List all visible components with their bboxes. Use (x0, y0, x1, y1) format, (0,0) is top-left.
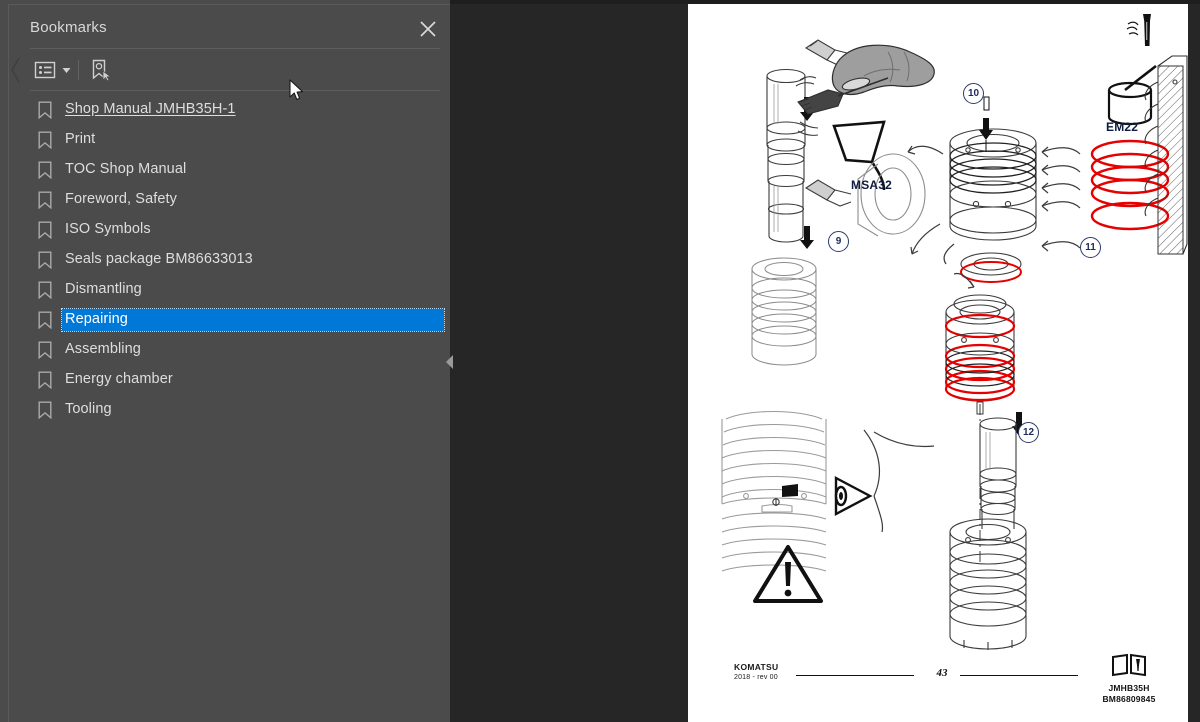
bookmark-item-label: ISO Symbols (65, 221, 151, 237)
bookmark-item-label: Assembling (65, 341, 141, 357)
footer-doc-block: JMHB35H BM86809845 (1074, 653, 1184, 705)
divider-bottom (30, 90, 440, 91)
footer-rule-left (796, 675, 914, 676)
bookmarks-panel-inner: Bookmarks Shop Manual JMHB35H-1 Print TO… (8, 4, 450, 722)
bookmark-item-label: Seals package BM86633013 (65, 251, 253, 267)
chevron-down-icon[interactable] (62, 61, 71, 79)
bookmark-item[interactable]: Print (30, 125, 444, 155)
chevron-left-icon[interactable] (11, 57, 21, 83)
callout-10: 10 (963, 83, 984, 104)
callout-12: 12 (1018, 422, 1039, 443)
bookmark-item[interactable]: Assembling (30, 335, 444, 365)
panel-title: Bookmarks (30, 19, 107, 36)
list-options-icon[interactable] (34, 57, 71, 83)
bookmark-item[interactable]: Foreword, Safety (30, 185, 444, 215)
bookmark-icon (34, 339, 56, 361)
bookmark-icon (34, 309, 56, 331)
bookmark-icon (34, 279, 56, 301)
app-root: Bookmarks Shop Manual JMHB35H-1 Print TO… (0, 0, 1200, 722)
bookmark-icon (34, 369, 56, 391)
bookmark-icon (34, 99, 56, 121)
bookmark-list: Shop Manual JMHB35H-1 Print TOC Shop Manua… (30, 95, 445, 425)
bookmark-item[interactable]: TOC Shop Manual (30, 155, 444, 185)
callout-11: 11 (1080, 237, 1101, 258)
page-number: 43 (936, 667, 948, 679)
bookmark-item-label: Energy chamber (65, 371, 173, 387)
bookmark-item-label: Dismantling (65, 281, 142, 297)
bookmark-item[interactable]: Energy chamber (30, 365, 444, 395)
bookmark-item-label: Tooling (65, 401, 112, 417)
bookmark-item[interactable]: Dismantling (30, 275, 444, 305)
new-bookmark-icon[interactable] (88, 57, 112, 83)
bookmark-icon (34, 129, 56, 151)
bookmark-item-label: Repairing (61, 308, 445, 332)
footer-brand: KOMATSU (734, 662, 779, 672)
technical-illustration: MSA32 EM22 9 10 11 12 (688, 4, 1188, 664)
pdf-page: MSA32 EM22 9 10 11 12 KOMATSU 2018 - rev… (688, 4, 1188, 722)
bookmark-icon (34, 249, 56, 271)
manual-book-icon (1074, 653, 1184, 682)
bookmark-item[interactable]: Tooling (30, 395, 444, 425)
bookmark-item-label: Print (65, 131, 96, 147)
bookmarks-title-row: Bookmarks (18, 10, 451, 46)
bookmark-item-label: TOC Shop Manual (65, 161, 187, 177)
toolbar-separator (78, 60, 79, 80)
footer-brand-block: KOMATSU 2018 - rev 00 (734, 662, 778, 683)
bookmark-icon (34, 189, 56, 211)
callout-9: 9 (828, 231, 849, 252)
bookmark-item-label: Shop Manual JMHB35H-1 (65, 101, 236, 117)
footer-doc-part-number: BM86809845 (1102, 694, 1156, 704)
bookmark-item[interactable]: Repairing (30, 305, 445, 335)
close-icon[interactable] (417, 18, 439, 40)
bookmark-item-label: Foreword, Safety (65, 191, 178, 207)
footer-revision: 2018 - rev 00 (734, 674, 778, 681)
label-em22: EM22 (1106, 120, 1139, 134)
collapse-panel-arrow-icon[interactable] (444, 352, 456, 372)
exploded-view-drawing (721, 39, 1188, 650)
bookmark-icon (34, 219, 56, 241)
footer-rule-right (960, 675, 1078, 676)
bookmarks-toolbar (30, 51, 440, 89)
label-msa32: MSA32 (851, 178, 893, 192)
bookmark-item[interactable]: ISO Symbols (30, 215, 444, 245)
pdf-page-footer: KOMATSU 2018 - rev 00 43 JMHB35H BM86809… (688, 648, 1188, 708)
footer-doc-model: JMHB35H (1108, 683, 1150, 693)
bookmarks-panel: Bookmarks Shop Manual JMHB35H-1 Print TO… (0, 0, 450, 722)
bookmark-icon (34, 399, 56, 421)
bookmark-icon (34, 159, 56, 181)
bookmark-item[interactable]: Seals package BM86633013 (30, 245, 444, 275)
bookmark-item[interactable]: Shop Manual JMHB35H-1 (30, 95, 444, 125)
divider-top (30, 48, 440, 49)
